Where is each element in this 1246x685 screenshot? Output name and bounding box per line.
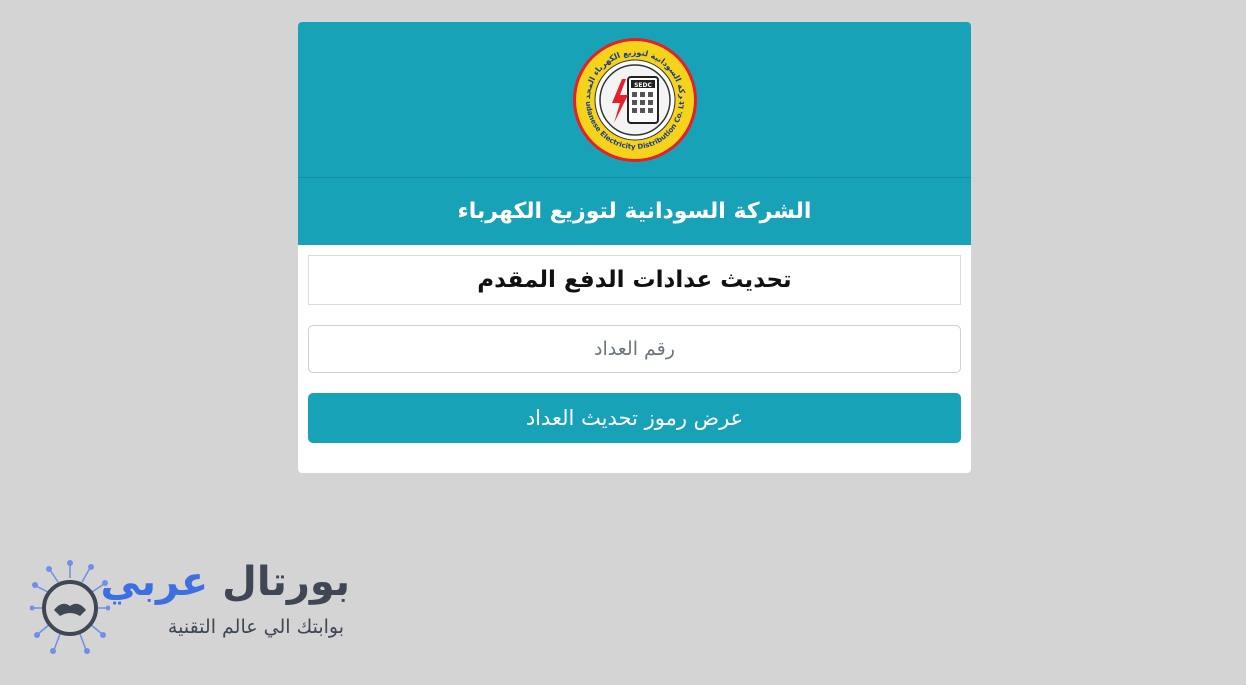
watermark-word-dark: بورتال	[222, 559, 350, 605]
title-bar: الشركة السودانية لتوزيع الكهرباء	[298, 178, 971, 245]
card-header: الشركة السودانية لتوزيع الكهرباء المحدود…	[298, 22, 971, 178]
watermark-logo: بورتال عربي بوابتك الي عالم التقنية	[29, 558, 350, 658]
watermark-tagline: بوابتك الي عالم التقنية	[167, 616, 344, 638]
watermark-title: بورتال عربي	[100, 562, 350, 602]
svg-text:SEDC: SEDC	[634, 82, 652, 89]
section-title: تحديث عدادات الدفع المقدم	[308, 255, 961, 305]
meter-number-input[interactable]	[308, 325, 961, 373]
login-card: الشركة السودانية لتوزيع الكهرباء المحدود…	[298, 22, 971, 473]
show-update-codes-button[interactable]: عرض رموز تحديث العداد	[308, 393, 961, 443]
handshake-circuit-icon	[29, 558, 111, 658]
card-body: تحديث عدادات الدفع المقدم عرض رموز تحديث…	[298, 245, 971, 453]
company-name: الشركة السودانية لتوزيع الكهرباء	[457, 199, 812, 224]
watermark-word-blue: عربي	[100, 559, 209, 605]
company-logo: الشركة السودانية لتوزيع الكهرباء المحدود…	[567, 30, 698, 163]
